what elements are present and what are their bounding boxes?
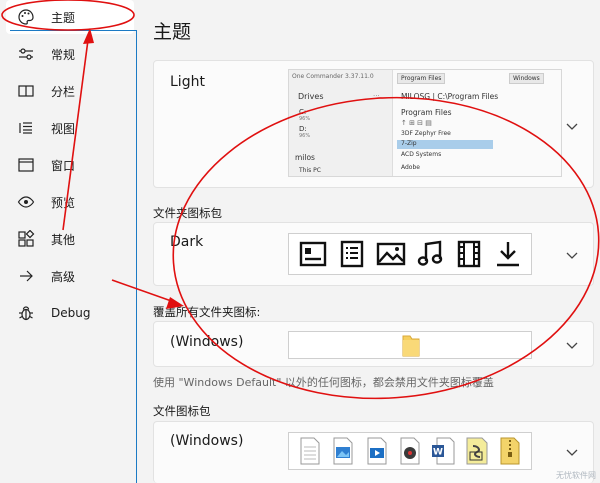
override-folder-icon-selector[interactable]: (Windows)	[153, 321, 594, 367]
file-icon-pack-label: 文件图标包	[153, 404, 211, 418]
audio-file-icon	[395, 436, 425, 466]
svg-text:W: W	[433, 448, 443, 458]
preview-drive-d: D:	[299, 125, 307, 133]
preview-file-3: ACD Systems	[401, 151, 442, 158]
preview-file-4: Adobe	[401, 164, 420, 171]
film-icon	[454, 239, 484, 269]
text-file-icon	[295, 436, 325, 466]
sidebar-focus-border	[10, 30, 137, 483]
chevron-down-icon	[566, 123, 578, 130]
folder-icon-pack-preview	[288, 233, 532, 275]
music-icon	[415, 239, 445, 269]
theme-selector[interactable]: Light One Commander 3.37.11.0 Drives ···…	[153, 60, 594, 188]
preview-pc: This PC	[299, 167, 321, 174]
document-icon	[337, 239, 367, 269]
preview-folder-header: Program Files	[401, 108, 452, 117]
file-icon-pack-preview: W	[288, 432, 532, 470]
zip-file-icon	[495, 436, 525, 466]
file-icon-pack-value: (Windows)	[170, 433, 244, 449]
picture-icon	[376, 239, 406, 269]
override-note: 使用 "Windows Default" 以外的任何图标，都会禁用文件夹图标覆盖	[153, 376, 494, 389]
preview-drive-c-size: 96%	[299, 116, 311, 122]
preview-path: MILOSG | C:\Program Files	[401, 92, 499, 101]
sidebar-item-label: 主题	[51, 10, 76, 25]
preview-toolbar: ↑ ⊞ ⊟ ▤	[401, 119, 432, 127]
override-folder-icon-label: 覆盖所有文件夹图标:	[153, 305, 261, 319]
preview-file-1: 3DF Zephyr Free	[401, 130, 451, 137]
download-icon	[493, 239, 523, 269]
folder-icon	[402, 335, 420, 357]
page-title: 主题	[153, 21, 192, 43]
preview-tab-1: Program Files	[397, 73, 446, 84]
script-file-icon	[462, 436, 492, 466]
preview-tab-2: Windows	[509, 73, 544, 84]
preview-app-title: One Commander 3.37.11.0	[292, 73, 374, 80]
chevron-down-icon	[566, 342, 578, 349]
settings-main: 主题 Light One Commander 3.37.11.0 Drives …	[139, 0, 600, 483]
theme-value: Light	[170, 74, 205, 90]
preview-more-icon: ···	[373, 92, 380, 100]
palette-icon	[16, 7, 36, 27]
image-file-icon	[328, 436, 358, 466]
theme-preview-image: One Commander 3.37.11.0 Drives ··· C: 96…	[288, 69, 562, 177]
preview-drive-d-size: 96%	[299, 133, 311, 139]
details-icon	[298, 239, 328, 269]
word-file-icon: W	[428, 436, 458, 466]
preview-user: milos	[295, 153, 315, 162]
sidebar-item-theme[interactable]: 主题	[6, 0, 134, 34]
preview-file-2: 7-Zip	[397, 140, 493, 149]
chevron-down-icon	[566, 252, 578, 259]
video-file-icon	[362, 436, 392, 466]
preview-drive-c: C:	[299, 108, 307, 116]
preview-drives-label: Drives	[298, 92, 324, 101]
folder-icon-pack-value: Dark	[170, 234, 204, 250]
file-icon-pack-selector[interactable]: (Windows) W	[153, 421, 594, 483]
chevron-down-icon	[566, 449, 578, 456]
folder-icon-pack-label: 文件夹图标包	[153, 206, 222, 220]
override-folder-icon-value: (Windows)	[170, 334, 244, 350]
override-folder-icon-preview	[288, 331, 532, 359]
folder-icon-pack-selector[interactable]: Dark	[153, 222, 594, 286]
watermark: 无忧软件网	[556, 471, 596, 480]
